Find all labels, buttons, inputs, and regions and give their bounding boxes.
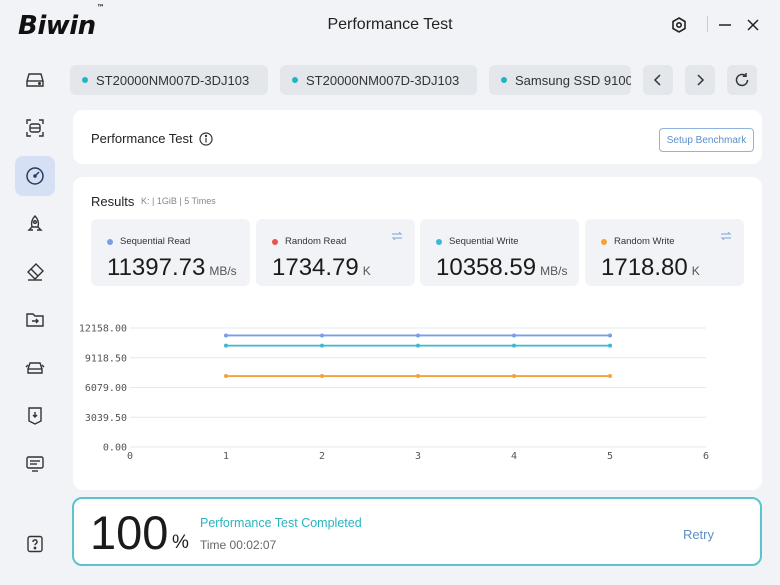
close-button[interactable] [741, 13, 765, 37]
y-tick-label: 0.00 [103, 443, 127, 454]
data-point [608, 333, 612, 338]
device-tab-1[interactable]: ST20000NM007D-3DJ103 [70, 65, 268, 95]
data-point [320, 343, 324, 348]
help-button[interactable] [15, 524, 55, 564]
sidebar-item-firmware[interactable] [15, 396, 55, 436]
retry-button[interactable]: Retry [683, 527, 714, 542]
data-point [224, 333, 228, 338]
device-tab-3[interactable]: Samsung SSD 9100 PRO [489, 65, 631, 95]
y-tick-label: 6079.00 [85, 383, 127, 394]
x-tick-label: 0 [127, 451, 133, 462]
x-tick-label: 6 [703, 451, 709, 462]
performance-test-title: Performance Test [91, 131, 213, 146]
chevron-left-icon [653, 74, 661, 86]
x-tick-label: 1 [223, 451, 229, 462]
device-status-dot [501, 77, 507, 83]
sidebar-item-erase[interactable] [15, 252, 55, 292]
eraser-icon [27, 263, 44, 281]
rocket-icon [27, 215, 43, 231]
x-tick-label: 5 [607, 451, 613, 462]
data-point [416, 333, 420, 338]
sidebar-item-clone[interactable] [15, 300, 55, 340]
titlebar-divider [707, 16, 708, 32]
next-device-button[interactable] [685, 65, 715, 95]
device-tab-2[interactable]: ST20000NM007D-3DJ103 [280, 65, 477, 95]
status-message: Performance Test Completed [200, 516, 362, 530]
data-point [608, 343, 612, 348]
refresh-icon [735, 73, 749, 87]
folder-transfer-icon [26, 313, 44, 327]
results-card: Results K: | 1GiB | 5 Times Sequential R… [73, 177, 762, 490]
info-icon [199, 131, 213, 146]
scan-icon [26, 119, 44, 137]
data-point [224, 343, 228, 348]
device-tab-label: ST20000NM007D-3DJ103 [96, 72, 250, 88]
drive-transfer-icon [25, 362, 45, 374]
data-point [224, 374, 228, 379]
performance-test-card: Performance Test Setup Benchmark [73, 110, 762, 164]
percent-sign: % [172, 532, 189, 553]
sidebar-item-drive[interactable] [15, 60, 55, 100]
settings-button[interactable] [667, 13, 691, 37]
device-status-dot [82, 77, 88, 83]
data-point [416, 343, 420, 348]
x-tick-label: 3 [415, 451, 421, 462]
firmware-icon [28, 407, 42, 425]
device-tab-label: Samsung SSD 9100 PRO [515, 72, 631, 88]
sidebar-item-migrate[interactable] [15, 348, 55, 388]
setup-benchmark-button[interactable]: Setup Benchmark [659, 128, 754, 152]
monitor-icon [26, 456, 44, 472]
help-icon [27, 535, 43, 553]
data-point [512, 333, 516, 338]
sidebar-item-info[interactable] [15, 444, 55, 484]
data-point [320, 333, 324, 338]
sidebar [0, 50, 70, 585]
sidebar-item-boost[interactable] [15, 204, 55, 244]
drive-icon [26, 73, 44, 87]
data-point [608, 374, 612, 379]
data-point [512, 374, 516, 379]
progress-percent: 100 [90, 506, 169, 559]
y-tick-label: 12158.00 [79, 324, 127, 335]
prev-device-button[interactable] [643, 65, 673, 95]
y-tick-label: 3039.50 [85, 413, 127, 424]
data-point [416, 374, 420, 379]
gear-icon [672, 17, 686, 33]
status-card: 100 % Performance Test Completed Time 00… [72, 497, 762, 566]
y-tick-label: 9118.50 [85, 353, 127, 364]
chevron-right-icon [697, 74, 705, 86]
window-title: Performance Test [327, 16, 453, 33]
data-point [512, 343, 516, 348]
title-bar: Biwin™ Performance Test [0, 0, 780, 50]
minimize-button[interactable] [713, 13, 737, 37]
x-tick-label: 2 [319, 451, 325, 462]
x-tick-label: 4 [511, 451, 517, 462]
device-status-dot [292, 77, 298, 83]
results-line-chart: 0.00 3039.50 6079.00 9118.50 12158.00 0 1 2 3 4 5 6 [79, 324, 709, 463]
elapsed-time: Time 00:02:07 [200, 538, 277, 552]
close-icon [747, 19, 759, 31]
minimize-icon [719, 24, 731, 26]
refresh-button[interactable] [727, 65, 757, 95]
data-point [320, 374, 324, 379]
gauge-icon [26, 167, 44, 185]
sidebar-item-performance[interactable] [15, 156, 55, 196]
sidebar-item-scan[interactable] [15, 108, 55, 148]
device-tab-label: ST20000NM007D-3DJ103 [306, 72, 460, 88]
